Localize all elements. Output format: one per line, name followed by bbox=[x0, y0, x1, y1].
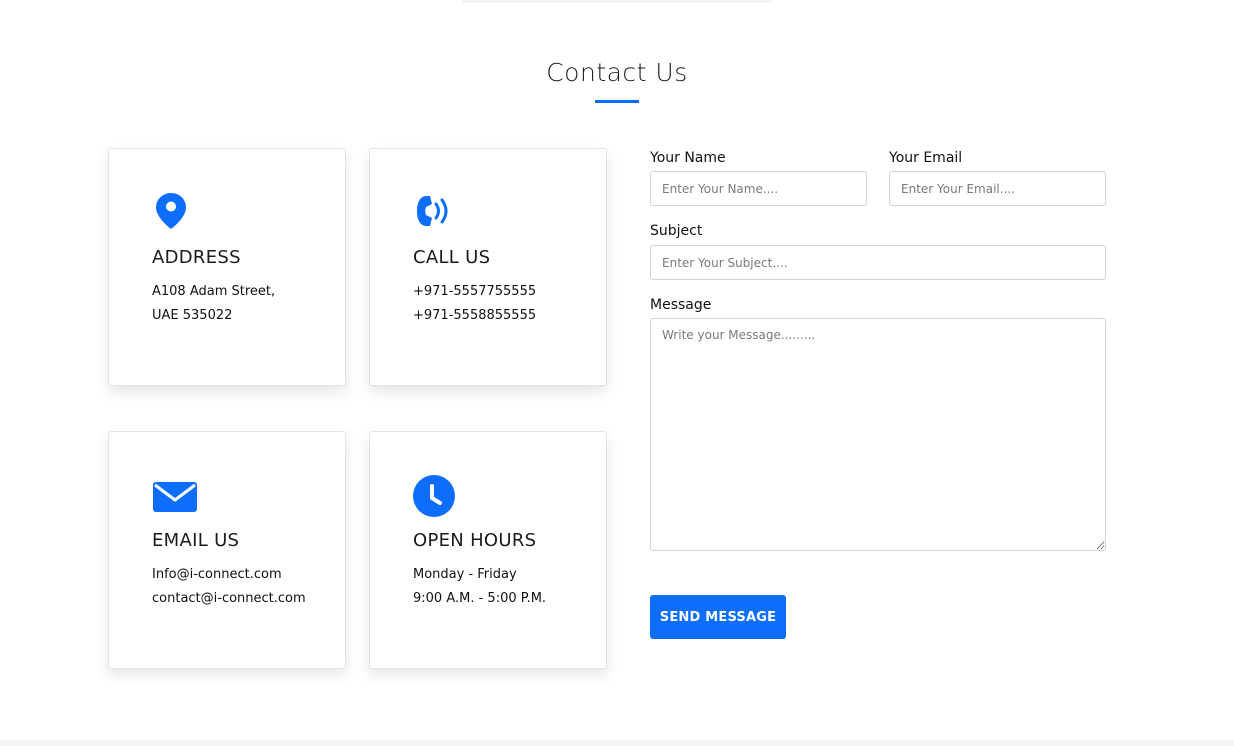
email-label: Your Email bbox=[889, 150, 963, 166]
top-divider bbox=[462, 0, 772, 3]
email-line-2: contact@i-connect.com bbox=[152, 591, 306, 606]
envelope-icon bbox=[151, 474, 199, 514]
map-pin-icon bbox=[151, 191, 191, 231]
call-card: CALL US +971-5557755555 +971-5558855555 bbox=[369, 148, 607, 386]
subject-input[interactable] bbox=[650, 245, 1106, 280]
address-line-1: A108 Adam Street, bbox=[152, 284, 276, 299]
email-input[interactable] bbox=[889, 171, 1106, 206]
card-title: OPEN HOURS bbox=[413, 530, 537, 551]
send-message-button[interactable]: SEND MESSAGE bbox=[650, 595, 786, 639]
subject-label: Subject bbox=[650, 223, 703, 239]
message-label: Message bbox=[650, 297, 712, 313]
card-title: CALL US bbox=[413, 247, 491, 268]
phone-line-1: +971-5557755555 bbox=[413, 284, 537, 299]
address-card: ADDRESS A108 Adam Street, UAE 535022 bbox=[108, 148, 346, 386]
clock-icon bbox=[412, 474, 455, 517]
email-card: EMAIL US Info@i-connect.com contact@i-co… bbox=[108, 431, 346, 669]
card-title: ADDRESS bbox=[152, 247, 241, 268]
section-title: Contact Us bbox=[546, 58, 688, 87]
card-title: EMAIL US bbox=[152, 530, 240, 551]
name-input[interactable] bbox=[650, 171, 867, 206]
address-line-2: UAE 535022 bbox=[152, 308, 233, 323]
phone-line-2: +971-5558855555 bbox=[413, 308, 537, 323]
title-underline bbox=[595, 100, 639, 103]
footer-divider bbox=[0, 740, 1234, 746]
hours-line-2: 9:00 A.M. - 5:00 P.M. bbox=[413, 591, 547, 606]
message-textarea[interactable] bbox=[650, 318, 1106, 551]
email-line-1: Info@i-connect.com bbox=[152, 567, 282, 582]
hours-line-1: Monday - Friday bbox=[413, 567, 517, 582]
phone-ringing-icon bbox=[412, 191, 452, 231]
hours-card: OPEN HOURS Monday - Friday 9:00 A.M. - 5… bbox=[369, 431, 607, 669]
name-label: Your Name bbox=[650, 150, 726, 166]
